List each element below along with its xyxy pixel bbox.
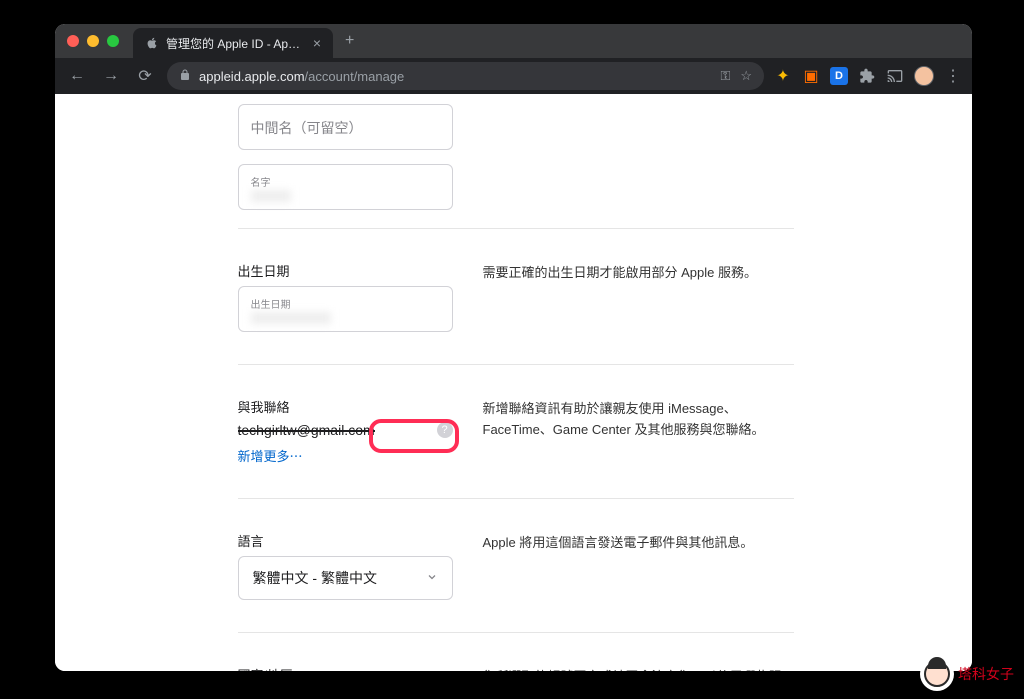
watermark-avatar [920,657,954,691]
extension-icon-1[interactable]: ✦ [774,67,792,85]
info-icon[interactable]: ? [437,422,453,438]
profile-avatar[interactable] [914,66,934,86]
new-tab-button[interactable]: + [345,32,354,50]
birthdate-help: 需要正確的出生日期才能啟用部分 Apple 服務。 [483,261,794,332]
language-help: Apple 將用這個語言發送電子郵件與其他訊息。 [483,531,794,600]
first-name-label: 名字 [251,174,440,189]
birthdate-field-label: 出生日期 [251,296,440,311]
language-select[interactable]: 繁體中文 - 繁體中文 [238,556,453,600]
contact-email-row: techgirltw@gmail.com ? [238,422,453,438]
first-name-value-blurred [251,190,291,202]
divider [238,364,794,365]
url-text: appleid.apple.com/account/manage [199,69,712,84]
browser-tab[interactable]: 管理您的 Apple ID - Apple (台灣 × [133,28,333,58]
browser-window: 管理您的 Apple ID - Apple (台灣 × + ← → ⟳ appl… [55,24,972,671]
birthdate-field[interactable]: 出生日期 [238,286,453,332]
titlebar: 管理您的 Apple ID - Apple (台灣 × + [55,24,972,58]
region-label: 國家/地區 [238,665,453,671]
url-actions: ⚿ ☆ [720,68,752,84]
divider [238,632,794,633]
language-section: 語言 繁體中文 - 繁體中文 Apple 將用這個語言發送電子郵件與其他訊息。 [238,517,794,614]
window-controls [67,35,119,47]
strikethrough [238,430,375,432]
apple-favicon [145,36,159,50]
contact-section: 與我聯絡 techgirltw@gmail.com ? 新增更多⋯ 新增聯絡資訊… [238,383,794,480]
add-more-link[interactable]: 新增更多⋯ [238,446,303,465]
browser-toolbar: ← → ⟳ appleid.apple.com/account/manage ⚿… [55,58,972,94]
watermark: 塔科女子 [920,657,1014,691]
contact-label: 與我聯絡 [238,397,453,416]
maximize-button[interactable] [107,35,119,47]
menu-icon[interactable]: ⋮ [944,67,962,85]
extension-icon-3[interactable]: D [830,67,848,85]
extension-icon-2[interactable]: ▣ [802,67,820,85]
page-content: 中間名（可留空） 名字 出生日期 出生日期 需要正確的出生日期 [55,94,972,671]
reload-button[interactable]: ⟳ [133,66,157,86]
birthdate-section: 出生日期 出生日期 需要正確的出生日期才能啟用部分 Apple 服務。 [238,247,794,346]
minimize-button[interactable] [87,35,99,47]
contact-help: 新增聯絡資訊有助於讓親友使用 iMessage、FaceTime、Game Ce… [483,397,794,466]
back-button[interactable]: ← [65,67,89,85]
address-bar[interactable]: appleid.apple.com/account/manage ⚿ ☆ [167,62,764,90]
language-label: 語言 [238,531,453,550]
region-help: 您所選取的帳號國家或地區會決定您可以使用哪些服務及付款方式。 [483,665,794,671]
region-section: 國家/地區 日本 您所選取的帳號國家或地區會決定您可以使用哪些服務及付款方式。 [238,651,794,671]
tab-close-icon[interactable]: × [313,35,321,51]
divider [238,498,794,499]
language-value: 繁體中文 - 繁體中文 [253,568,377,588]
middle-name-field[interactable]: 中間名（可留空） [238,104,453,150]
close-button[interactable] [67,35,79,47]
birthdate-label: 出生日期 [238,261,453,280]
watermark-text: 塔科女子 [958,664,1014,684]
divider [238,228,794,229]
tab-title: 管理您的 Apple ID - Apple (台灣 [166,35,302,52]
cast-icon[interactable] [886,67,904,85]
forward-button[interactable]: → [99,67,123,85]
middle-name-placeholder: 中間名（可留空） [251,118,440,138]
toolbar-extensions: ✦ ▣ D ⋮ [774,66,962,86]
star-icon[interactable]: ☆ [740,68,752,84]
lock-icon [179,69,191,84]
key-icon[interactable]: ⚿ [720,68,730,84]
contact-email: techgirltw@gmail.com [238,422,375,438]
birthdate-value-blurred [251,312,331,324]
chevron-down-icon [426,570,438,586]
first-name-field[interactable]: 名字 [238,164,453,210]
extensions-icon[interactable] [858,67,876,85]
